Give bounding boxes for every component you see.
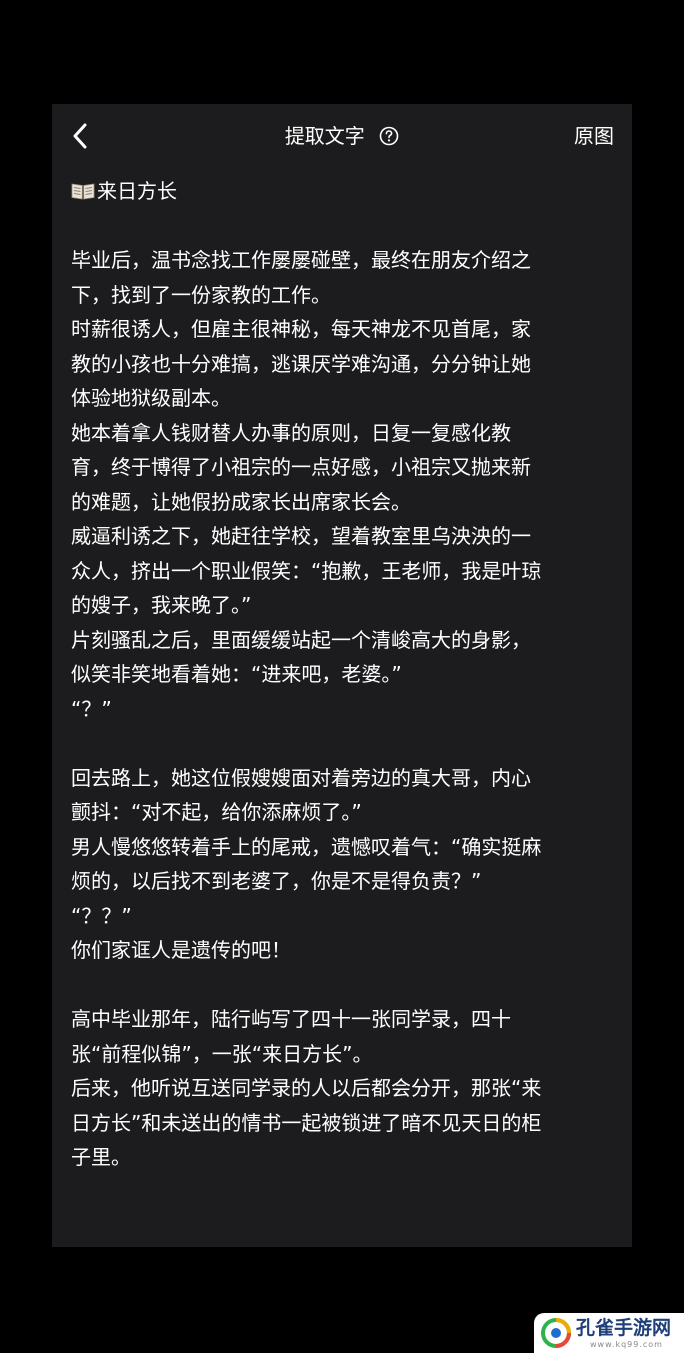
text-line: 颤抖：“对不起，给你添麻烦了。” [71, 800, 362, 824]
text-line: 烦的，以后找不到老婆了，你是不是得负责？” [71, 869, 482, 893]
extract-text-panel: 提取文字 原图 来日方长 毕业后，温书念找工作屡屡碰壁，最终在朋友介绍之 下，找… [52, 104, 632, 1247]
text-line: 的嫂子，我来晚了。” [71, 593, 252, 617]
text-line: 男人慢悠悠转着手上的尾戒，遗憾叹着气：“确实挺麻 [71, 834, 542, 859]
text-line: 回去路上，她这位假嫂嫂面对着旁边的真大哥，内心 [71, 765, 531, 790]
text-line: 你们家诓人是遗传的吧！ [71, 938, 291, 962]
text-line [71, 968, 621, 1003]
text-line [71, 726, 621, 761]
text-line: 众人，挤出一个职业假笑：“抱歉，王老师，我是叶琼 [71, 558, 542, 583]
text-line: 的难题，让她假扮成家长出席家长会。 [71, 489, 411, 514]
text-line: 下，找到了一份家教的工作。 [71, 282, 331, 307]
text-line: 时薪很诱人，但雇主很神秘，每天神龙不见首尾，家 [71, 317, 531, 341]
text-line: 她本着拿人钱财替人办事的原则，日复一复感化教 [71, 420, 511, 445]
original-image-button[interactable]: 原图 [574, 122, 614, 150]
watermark-url: www.kq99.com [590, 1340, 663, 1349]
text-line: 片刻骚乱之后，里面缓缓站起一个清峻高大的身影， [71, 627, 531, 652]
text-line: 子里。 [71, 1145, 131, 1169]
text-line: 似笑非笑地看着她：“进来吧，老婆。” [71, 662, 402, 686]
top-bar: 提取文字 原图 [52, 104, 632, 170]
question-circle-icon[interactable] [379, 126, 399, 146]
peacock-logo-icon [541, 1318, 571, 1348]
book-title-row: 来日方长 [71, 174, 621, 209]
watermark-name: 孔雀手游网 [576, 1317, 672, 1339]
text-line: 后来，他听说互送同学录的人以后都会分开，那张“来 [71, 1076, 542, 1100]
extracted-text: 来日方长 毕业后，温书念找工作屡屡碰壁，最终在朋友介绍之 下，找到了一份家教的工… [71, 174, 621, 1175]
site-watermark: 孔雀手游网 www.kq99.com [534, 1313, 684, 1353]
text-line: 威逼利诱之下，她赶往学校，望着教室里乌泱泱的一 [71, 524, 531, 548]
text-lines: 毕业后，温书念找工作屡屡碰壁，最终在朋友介绍之 下，找到了一份家教的工作。 时薪… [71, 209, 621, 1175]
book-title: 来日方长 [97, 179, 177, 203]
text-line: “？” [71, 696, 112, 721]
text-line: “？？” [71, 903, 132, 928]
text-line: 日方长”和未送出的情书一起被锁进了暗不见天日的柜 [71, 1110, 542, 1135]
text-line: 体验地狱级副本。 [71, 386, 231, 410]
text-line: 高中毕业那年，陆行屿写了四十一张同学录，四十 [71, 1007, 511, 1031]
text-line: 张“前程似锦”，一张“来日方长”。 [71, 1041, 373, 1066]
open-book-icon [71, 183, 95, 200]
text-line [71, 209, 621, 244]
text-line: 毕业后，温书念找工作屡屡碰壁，最终在朋友介绍之 [71, 248, 531, 272]
page-title-group: 提取文字 [52, 122, 632, 150]
text-line: 教的小孩也十分难搞，逃课厌学难沟通，分分钟让她 [71, 351, 531, 376]
page-title: 提取文字 [284, 124, 365, 148]
text-line: 育，终于博得了小祖宗的一点好感，小祖宗又抛来新 [71, 455, 531, 479]
